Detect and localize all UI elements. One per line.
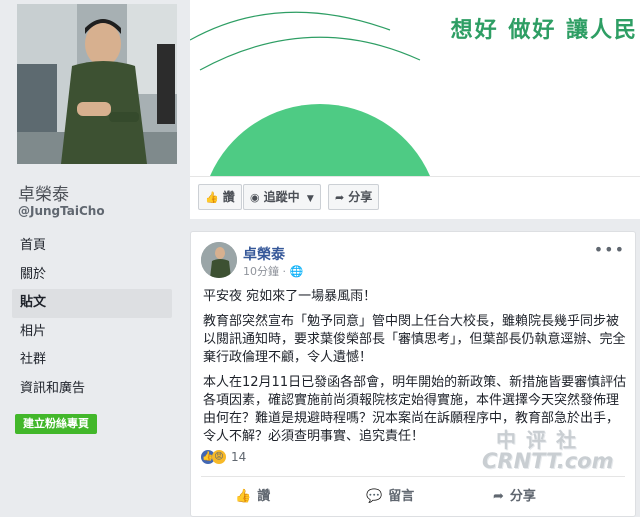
post-author[interactable]: 卓榮泰 xyxy=(243,244,285,264)
avatar[interactable] xyxy=(201,242,237,278)
post-share-button[interactable]: ➦ 分享 xyxy=(493,485,536,504)
profile-photo[interactable] xyxy=(17,4,177,164)
post-comment-button[interactable]: 💬 留言 xyxy=(366,485,414,504)
page-like-button[interactable]: 👍 讚 xyxy=(198,184,242,210)
nav-item-home[interactable]: 首頁 xyxy=(12,232,172,261)
page-like-label: 讚 xyxy=(222,190,235,204)
nav-item-info-ads[interactable]: 資訊和廣告 xyxy=(12,375,172,404)
post-action-bar: 👍 讚 💬 留言 ➦ 分享 xyxy=(201,476,625,509)
profile-photo-image xyxy=(17,4,177,164)
page-follow-label: 追蹤中 xyxy=(263,190,300,204)
nav-item-posts[interactable]: 貼文 xyxy=(12,289,172,318)
share-icon: ➦ xyxy=(335,191,345,204)
post-card: 卓榮泰 10分鐘 · 🌐 ••• 平安夜 宛如來了一場暴風雨！ 教育部突然宣布「… xyxy=(190,231,636,517)
post-comment-label: 留言 xyxy=(388,489,415,504)
post-like-label: 讚 xyxy=(257,489,271,504)
reaction-summary[interactable]: 👍 😡 14 xyxy=(201,450,246,464)
page-handle[interactable]: @JungTaiCho xyxy=(18,204,105,218)
page-share-button[interactable]: ➦ 分享 xyxy=(328,184,380,210)
left-column: 卓榮泰 @JungTaiCho 首頁 關於 貼文 相片 社群 資訊和廣告 建立粉… xyxy=(0,0,184,515)
globe-icon: 🌐 xyxy=(289,265,304,278)
watermark-line2: CRNTT.com xyxy=(482,449,614,473)
comment-icon: 💬 xyxy=(366,489,383,504)
thumbs-up-icon: 👍 xyxy=(205,191,219,204)
share-icon: ➦ xyxy=(493,489,504,504)
avatar-image xyxy=(201,242,237,278)
dot-separator: · xyxy=(282,265,290,278)
page-action-bar: 👍 讚 ◉ 追蹤中 ▼ ➦ 分享 xyxy=(190,176,640,219)
create-page-button[interactable]: 建立粉絲專頁 xyxy=(15,414,97,434)
post-like-button[interactable]: 👍 讚 xyxy=(235,485,270,504)
rss-icon: ◉ xyxy=(250,191,260,204)
nav-item-photos[interactable]: 相片 xyxy=(12,318,172,347)
post-paragraph: 平安夜 宛如來了一場暴風雨！ xyxy=(203,289,377,304)
cover-photo[interactable]: 想好 做好 讓人民 xyxy=(190,0,640,176)
thumbs-up-icon: 👍 xyxy=(235,489,252,504)
post-share-label: 分享 xyxy=(509,489,536,504)
watermark: 中评社 CRNTT.com xyxy=(482,424,613,473)
page-share-label: 分享 xyxy=(348,190,373,204)
chevron-down-icon: ▼ xyxy=(306,194,314,204)
page-follow-button[interactable]: ◉ 追蹤中 ▼ xyxy=(243,184,321,210)
nav-item-community[interactable]: 社群 xyxy=(12,346,172,375)
nav-item-about[interactable]: 關於 xyxy=(12,261,172,290)
post-paragraph: 教育部突然宣布「勉予同意」管中閔上任台大校長，雖賴院長幾乎同步被以閱訊通知時，要… xyxy=(203,314,626,365)
cover-slogan: 想好 做好 讓人民 xyxy=(450,17,638,43)
reaction-count: 14 xyxy=(231,450,247,464)
post-time: 10分鐘 xyxy=(243,265,279,278)
post-timestamp[interactable]: 10分鐘 · 🌐 xyxy=(243,263,303,279)
more-options-icon[interactable]: ••• xyxy=(594,240,625,259)
page-name[interactable]: 卓榮泰 xyxy=(18,180,69,205)
angry-reaction-icon: 😡 xyxy=(212,450,226,464)
page-nav: 首頁 關於 貼文 相片 社群 資訊和廣告 xyxy=(12,232,172,403)
